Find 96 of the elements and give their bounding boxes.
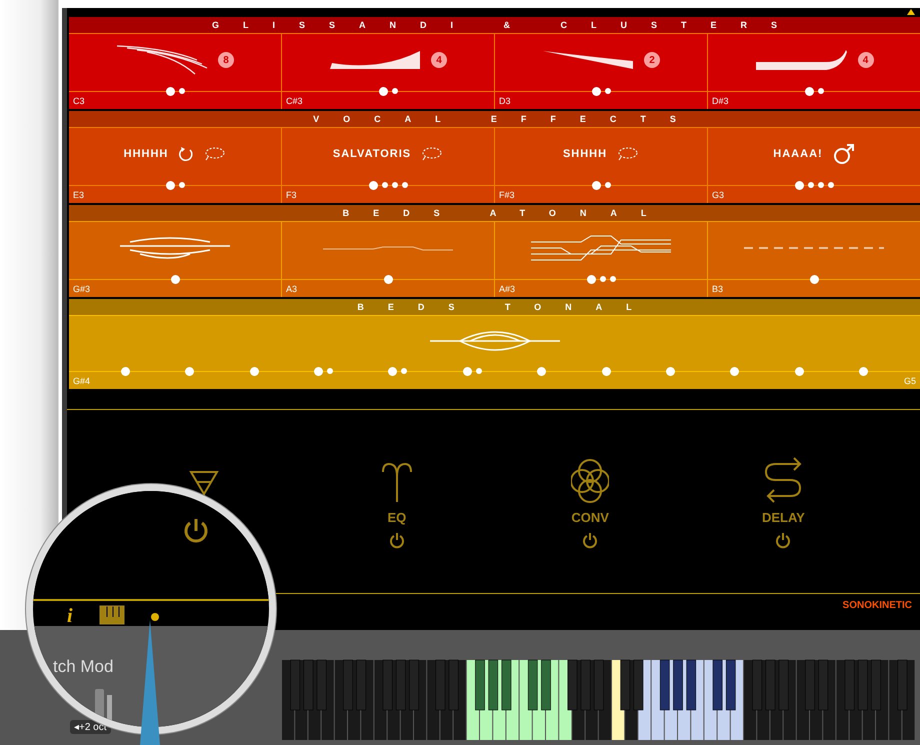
note-label: A#3 (499, 284, 516, 296)
articulation-cell[interactable]: HAAAA! (708, 128, 920, 180)
articulation-dot[interactable] (401, 368, 408, 374)
piano-keyboard-drawing[interactable] (282, 660, 915, 740)
articulation-cell[interactable]: 4 (282, 34, 494, 86)
articulation-dot[interactable] (392, 88, 398, 94)
section-title: GLISSANDI & CLUSTERS (212, 20, 801, 30)
articulation-cell[interactable]: 4 (708, 34, 920, 86)
note-label: G3 (712, 190, 724, 202)
articulation-dot[interactable] (808, 182, 814, 188)
articulation-dot[interactable] (250, 366, 259, 376)
note-label: A3 (286, 284, 298, 296)
articulation-dot[interactable] (378, 86, 388, 96)
note-label: C#3 (286, 96, 303, 108)
articulation-dot[interactable] (166, 86, 174, 96)
articulation-dot[interactable] (170, 274, 180, 284)
section-title: BEDS TONAL (357, 302, 656, 312)
articulation-dot[interactable] (592, 180, 600, 190)
articulation-dot[interactable] (166, 180, 174, 190)
pitch-mod-label: tch Mod (53, 657, 114, 677)
articulation-dot[interactable] (610, 276, 616, 282)
articulation-dot[interactable] (178, 88, 184, 94)
articulation-label: SALVATORIS (332, 148, 412, 160)
brand-logo: SONOKINETIC (842, 600, 912, 610)
articulation-dot[interactable] (804, 86, 814, 96)
articulation-dot[interactable] (402, 182, 408, 188)
voice-count-badge: 4 (431, 52, 447, 68)
articulation-dot[interactable] (121, 366, 130, 376)
effect-label: EQ (387, 510, 406, 526)
loop-icon (178, 146, 194, 162)
articulation-dot[interactable] (604, 182, 610, 188)
overlapping-circles-icon (571, 458, 610, 504)
articulation-cell[interactable]: 2 (495, 34, 707, 86)
section-title: VOCAL EFFECTS (313, 114, 700, 124)
ram-horns-icon (380, 462, 413, 504)
power-button[interactable] (388, 532, 406, 550)
articulation-dot[interactable] (392, 182, 398, 188)
articulation-dot[interactable] (476, 368, 482, 374)
articulation-cell[interactable]: HHHHH (69, 128, 281, 180)
articulation-dot[interactable] (730, 366, 740, 376)
articulation-dot[interactable] (185, 366, 194, 376)
articulation-cell[interactable]: SALVATORIS (282, 128, 494, 180)
voice-count-badge: 2 (644, 52, 660, 68)
articulation-dot[interactable] (462, 366, 472, 376)
effect-label: DELAY (762, 510, 805, 526)
note-label: D3 (499, 96, 511, 108)
voice-count-badge: 4 (858, 52, 874, 68)
articulation-dot[interactable] (602, 366, 611, 376)
status-dot-icon (151, 613, 159, 621)
articulation-dot[interactable] (178, 182, 184, 188)
articulation-dot[interactable] (314, 366, 324, 376)
articulation-dot[interactable] (810, 274, 818, 284)
info-button[interactable]: i (67, 605, 73, 628)
note-label: G#3 (73, 284, 90, 296)
articulation-dot[interactable] (327, 368, 334, 374)
articulation-dot[interactable] (537, 366, 546, 376)
articulation-dot[interactable] (592, 86, 600, 96)
articulation-dot[interactable] (604, 88, 610, 94)
articulation-dot[interactable] (794, 366, 804, 376)
note-label: B3 (712, 284, 724, 296)
note-label: F3 (286, 190, 297, 202)
articulation-label: HHHHH (124, 148, 168, 160)
corner-icon (906, 8, 916, 16)
articulation-label: SHHHH (562, 148, 608, 160)
articulation-dot[interactable] (818, 88, 824, 94)
note-label: G#4 (73, 376, 90, 388)
section-title: BEDS ATONAL (342, 208, 670, 218)
articulation-dot[interactable] (666, 366, 675, 376)
speech-bubble-icon (421, 147, 444, 161)
articulation-cell[interactable]: 8 (69, 34, 281, 86)
articulation-dot[interactable] (794, 180, 804, 190)
note-label: D#3 (712, 96, 729, 108)
articulation-dot[interactable] (858, 366, 868, 376)
articulation-dot[interactable] (600, 276, 606, 282)
power-button[interactable] (581, 532, 600, 550)
note-label: G5 (904, 376, 916, 388)
speech-bubble-icon (204, 147, 226, 161)
articulation-dot[interactable] (388, 366, 398, 376)
articulation-dot[interactable] (382, 182, 388, 188)
power-button[interactable] (774, 532, 792, 550)
articulation-dot[interactable] (818, 182, 824, 188)
articulation-dot[interactable] (586, 274, 596, 284)
note-label: F#3 (499, 190, 515, 202)
note-label: C3 (73, 96, 85, 108)
loop-arrows-icon (764, 456, 802, 504)
keyboard-icon[interactable] (99, 605, 125, 625)
speech-bubble-icon (617, 147, 640, 161)
articulation-label: HAAAA! (773, 148, 823, 160)
male-symbol-icon (832, 143, 855, 165)
articulation-dot[interactable] (384, 274, 392, 284)
articulation-dot[interactable] (368, 180, 378, 190)
effect-label: CONV (571, 510, 609, 526)
articulation-cell[interactable]: SHHHH (495, 128, 707, 180)
note-label: E3 (73, 190, 84, 202)
voice-count-badge: 8 (218, 52, 234, 68)
articulation-dot[interactable] (828, 182, 834, 188)
